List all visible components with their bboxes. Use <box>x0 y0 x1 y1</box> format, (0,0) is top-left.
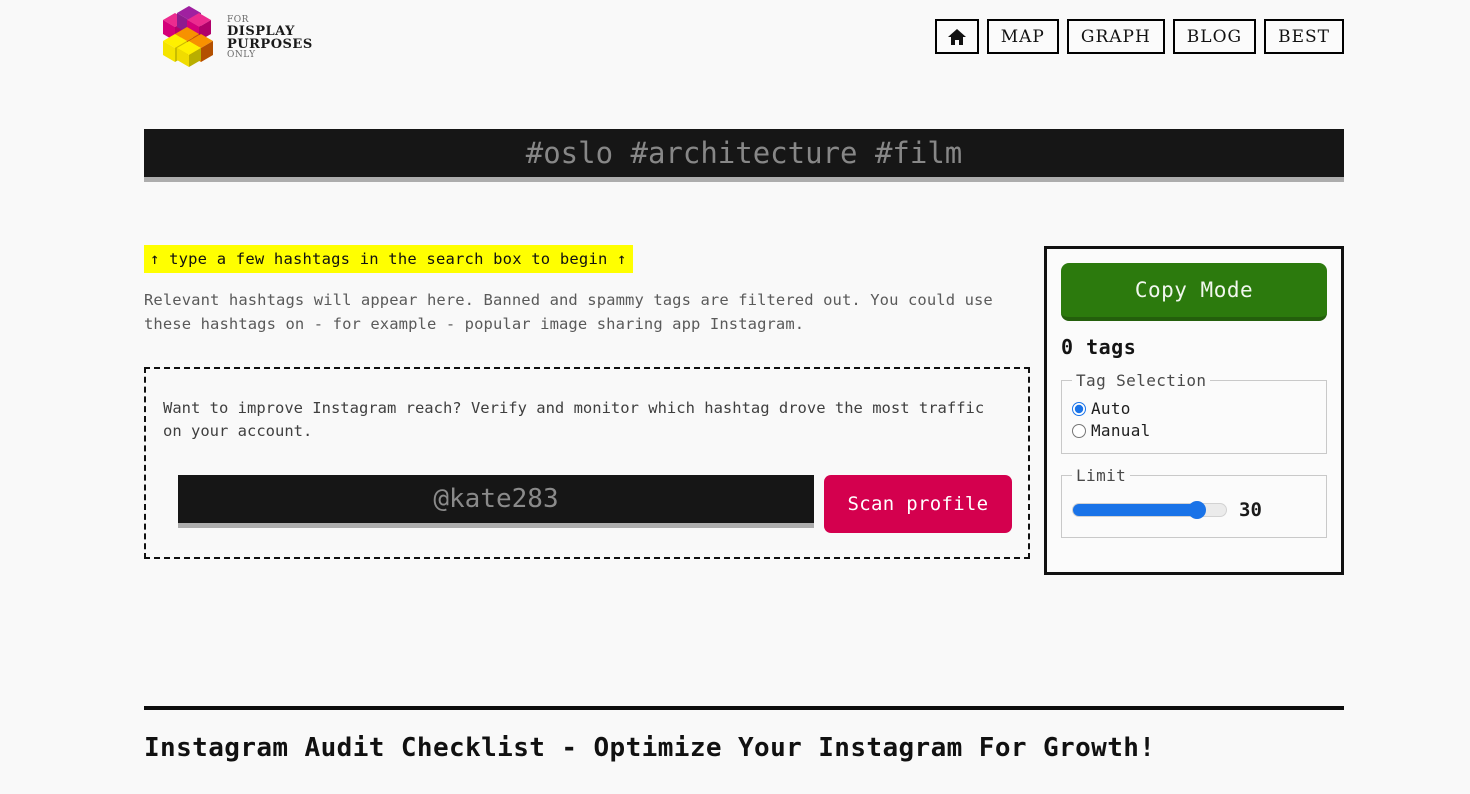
nav-item-best[interactable]: BEST <box>1264 19 1344 54</box>
radio-auto-label[interactable]: Auto <box>1091 399 1131 418</box>
nav-item-home[interactable] <box>934 19 979 54</box>
promo-form-row: Scan profile <box>162 475 1012 534</box>
search-hint-banner: ↑ type a few hashtags in the search box … <box>144 245 633 274</box>
footer-divider <box>144 706 1344 710</box>
logo-line-4: ONLY <box>227 50 256 60</box>
limit-value-label: 30 <box>1239 499 1262 521</box>
radio-manual-label[interactable]: Manual <box>1091 421 1151 440</box>
copy-mode-button[interactable]: Copy Mode <box>1061 263 1327 321</box>
tag-controls-panel: Copy Mode 0 tags Tag Selection Auto Manu… <box>1044 246 1344 575</box>
instagram-handle-input[interactable] <box>178 475 814 529</box>
profile-scan-promo: Want to improve Instagram reach? Verify … <box>144 366 1030 560</box>
tag-selection-legend: Tag Selection <box>1076 371 1207 390</box>
limit-legend: Limit <box>1076 466 1127 485</box>
promo-description: Want to improve Instagram reach? Verify … <box>163 398 985 440</box>
scan-profile-button[interactable]: Scan profile <box>823 475 1012 534</box>
nav-item-map[interactable]: MAP <box>986 19 1059 54</box>
site-logo[interactable]: FOR DISPLAY PURPOSES ONLY <box>155 6 313 68</box>
nav-item-blog[interactable]: BLOG <box>1172 19 1257 54</box>
radio-manual[interactable] <box>1072 423 1086 438</box>
limit-slider[interactable] <box>1072 503 1227 517</box>
limit-row: 30 <box>1072 491 1316 527</box>
radio-auto[interactable] <box>1072 401 1086 416</box>
tag-selection-fieldset: Tag Selection Auto Manual <box>1061 371 1327 454</box>
nav-item-graph[interactable]: GRAPH <box>1066 19 1165 54</box>
results-description: Relevant hashtags will appear here. Bann… <box>144 291 993 333</box>
limit-fieldset: Limit 30 <box>1061 466 1327 538</box>
home-icon <box>947 28 966 45</box>
hashtag-search-input[interactable] <box>144 129 1344 182</box>
logo-wordmark: FOR DISPLAY PURPOSES ONLY <box>227 14 313 60</box>
tag-count-label: 0 tags <box>1061 335 1137 359</box>
hashtag-search-wrapper <box>144 129 1344 182</box>
page-header: FOR DISPLAY PURPOSES ONLY MAP GRAPH BLOG… <box>0 0 1470 75</box>
footer-heading: Instagram Audit Checklist - Optimize You… <box>144 733 1156 763</box>
isometric-cubes-logo-icon <box>163 6 213 67</box>
tag-selection-option-manual[interactable]: Manual <box>1072 421 1316 440</box>
tag-selection-option-auto[interactable]: Auto <box>1072 399 1316 418</box>
results-column: ↑ type a few hashtags in the search box … <box>144 245 1034 560</box>
main-nav: MAP GRAPH BLOG BEST <box>934 19 1344 54</box>
